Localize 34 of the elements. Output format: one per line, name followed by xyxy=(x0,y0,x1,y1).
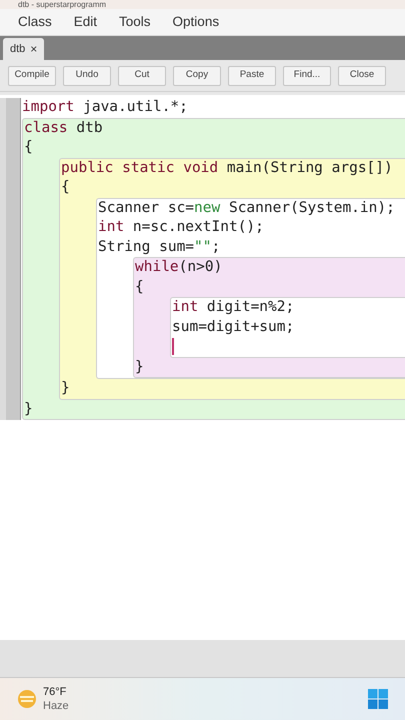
code-line: int digit=n%2; xyxy=(172,298,296,317)
code-line: while(n>0) xyxy=(135,258,224,277)
code-line: String sum=""; xyxy=(98,238,222,256)
weather-icon xyxy=(17,689,37,709)
menu-item[interactable]: Class xyxy=(18,12,52,32)
code-line: public static void main(String args[]) xyxy=(61,158,394,178)
toolbar-button[interactable]: Paste xyxy=(228,66,276,86)
code-line: int n=sc.nextInt(); xyxy=(98,218,265,237)
code-line: Scanner sc=new Scanner(System.in); xyxy=(98,198,396,218)
toolbar-button[interactable]: Find... xyxy=(283,66,331,86)
code-line: import java.util.*; xyxy=(22,98,189,117)
menu-item[interactable]: Options xyxy=(172,12,220,32)
code-line: { xyxy=(135,278,145,296)
toolbar-button[interactable]: Cut xyxy=(118,66,166,86)
toolbar-button[interactable]: Undo xyxy=(63,66,111,86)
code-line: } xyxy=(24,400,34,418)
code-line: { xyxy=(24,138,34,157)
toolbar-button[interactable]: Close xyxy=(338,66,386,86)
editor-tab[interactable]: dtb × xyxy=(3,38,44,60)
code-line: class dtb xyxy=(24,118,104,138)
menu-item[interactable]: Tools xyxy=(119,12,151,32)
code-line: { xyxy=(61,178,71,197)
toolbar-button[interactable]: Compile xyxy=(8,66,56,86)
toolbar-button[interactable]: Copy xyxy=(173,66,221,86)
code-line: sum=digit+sum; xyxy=(172,318,296,336)
temperature: 76°F xyxy=(43,685,68,699)
windows-start-icon[interactable] xyxy=(368,689,388,709)
weather-condition: Haze xyxy=(43,699,69,713)
menu-item[interactable]: Edit xyxy=(74,12,98,32)
close-tab-button[interactable]: × xyxy=(30,43,38,55)
code-line: } xyxy=(61,379,71,398)
window-title: dtb - superstarprogramm xyxy=(18,0,106,8)
tab-label: dtb xyxy=(10,42,26,57)
code-line: } xyxy=(135,358,145,376)
